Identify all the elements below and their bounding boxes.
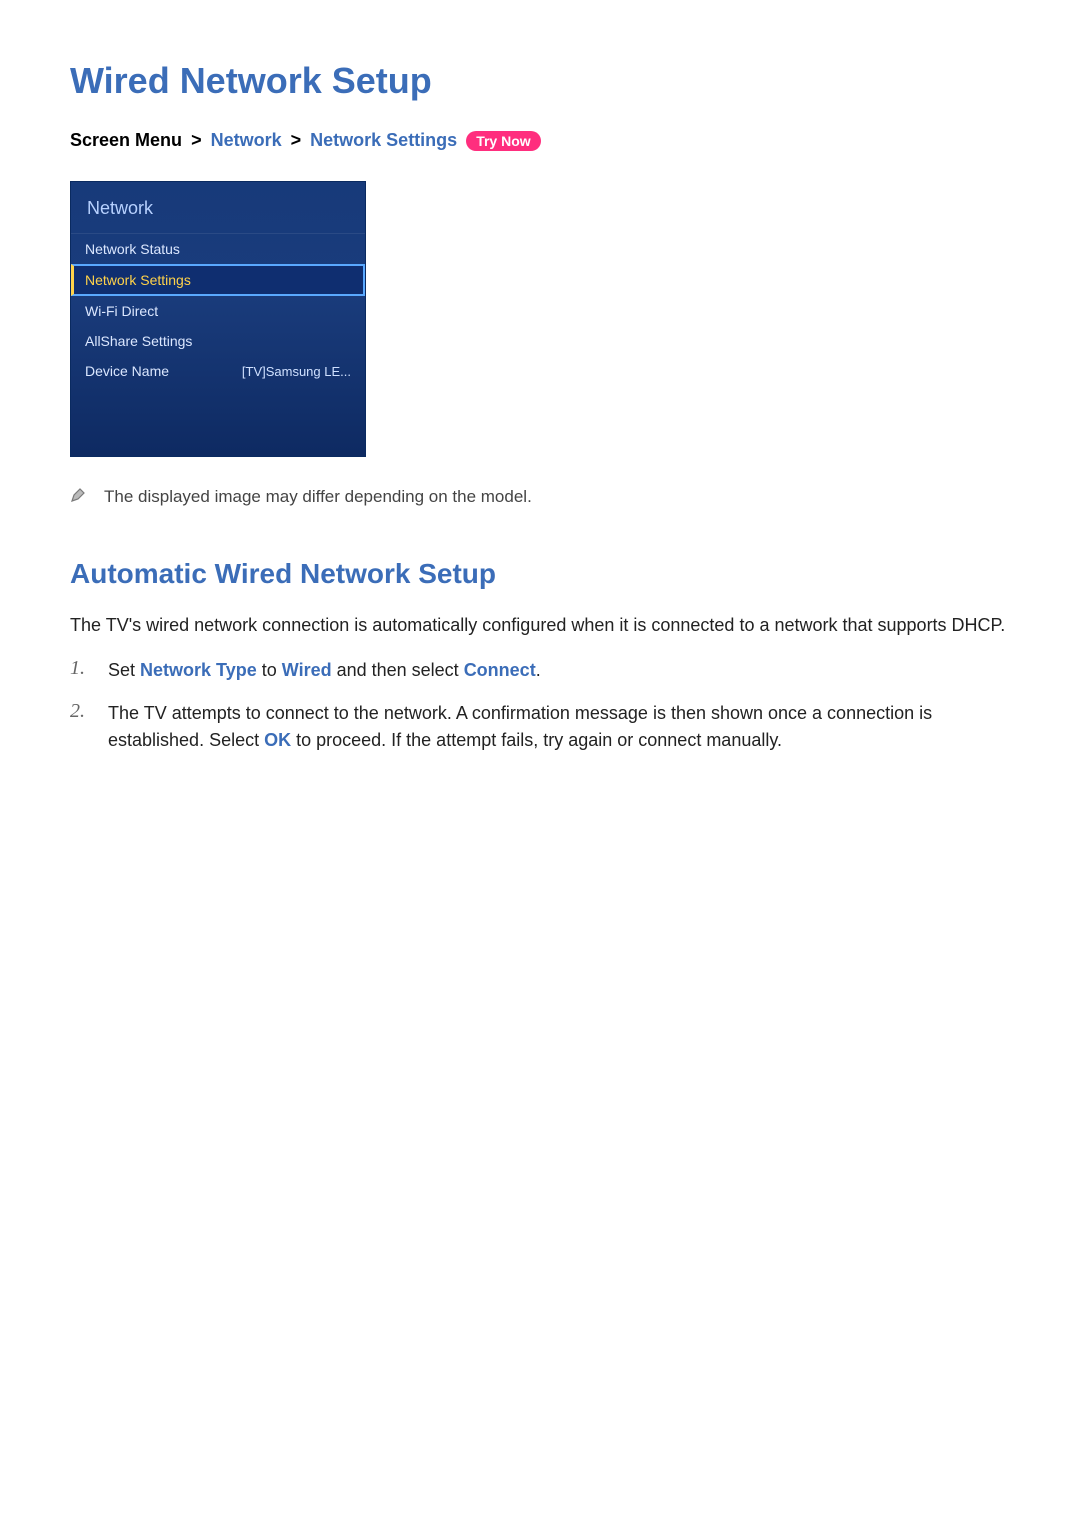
step-text-part: to	[257, 660, 282, 680]
keyword-wired: Wired	[282, 660, 332, 680]
menu-item-label: Network Status	[85, 241, 180, 257]
steps-list: 1. Set Network Type to Wired and then se…	[70, 657, 1010, 754]
menu-header: Network	[71, 182, 365, 234]
step-text-part: to proceed. If the attempt fails, try ag…	[291, 730, 782, 750]
note-row: The displayed image may differ depending…	[70, 487, 1010, 508]
document-page: Wired Network Setup Screen Menu > Networ…	[0, 0, 1080, 830]
menu-spacer	[71, 386, 365, 456]
menu-item-network-settings[interactable]: Network Settings	[71, 264, 365, 296]
breadcrumb-sep-2: >	[291, 130, 302, 150]
network-menu-panel: Network Network Status Network Settings …	[70, 181, 366, 457]
section-intro: The TV's wired network connection is aut…	[70, 612, 1010, 639]
breadcrumb-network[interactable]: Network	[211, 130, 282, 150]
breadcrumb-sep-1: >	[191, 130, 202, 150]
section-title: Automatic Wired Network Setup	[70, 558, 1010, 590]
try-now-badge[interactable]: Try Now	[466, 131, 540, 151]
keyword-connect: Connect	[464, 660, 536, 680]
step-1: 1. Set Network Type to Wired and then se…	[70, 657, 1010, 684]
step-text: Set Network Type to Wired and then selec…	[108, 657, 541, 684]
step-text-part: Set	[108, 660, 140, 680]
page-title: Wired Network Setup	[70, 60, 1010, 102]
step-number: 1.	[70, 657, 92, 680]
step-number: 2.	[70, 700, 92, 723]
step-text-part: .	[536, 660, 541, 680]
step-2: 2. The TV attempts to connect to the net…	[70, 700, 1010, 754]
menu-item-device-name[interactable]: Device Name [TV]Samsung LE...	[71, 356, 365, 386]
breadcrumb-network-settings[interactable]: Network Settings	[310, 130, 457, 150]
step-text: The TV attempts to connect to the networ…	[108, 700, 1010, 754]
keyword-ok: OK	[264, 730, 291, 750]
menu-item-label: Network Settings	[85, 272, 191, 288]
menu-item-label: Wi-Fi Direct	[85, 303, 158, 319]
menu-item-value: [TV]Samsung LE...	[242, 364, 351, 379]
breadcrumb-prefix: Screen Menu	[70, 130, 182, 150]
breadcrumb: Screen Menu > Network > Network Settings…	[70, 130, 1010, 151]
menu-item-allshare-settings[interactable]: AllShare Settings	[71, 326, 365, 356]
menu-item-label: AllShare Settings	[85, 333, 192, 349]
keyword-network-type: Network Type	[140, 660, 257, 680]
menu-item-wifi-direct[interactable]: Wi-Fi Direct	[71, 296, 365, 326]
note-text: The displayed image may differ depending…	[104, 487, 532, 507]
pencil-icon	[70, 487, 86, 508]
menu-item-network-status[interactable]: Network Status	[71, 234, 365, 264]
menu-item-label: Device Name	[85, 363, 169, 379]
step-text-part: and then select	[332, 660, 464, 680]
